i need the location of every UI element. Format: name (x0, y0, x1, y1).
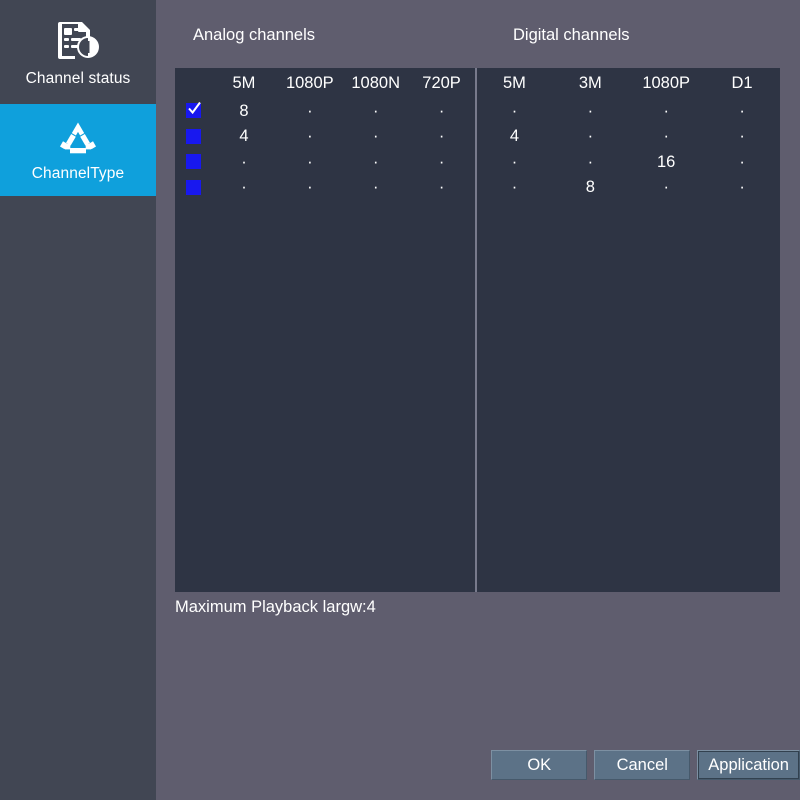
sidebar-item-channel-type[interactable]: ChannelType (0, 104, 156, 196)
sidebar-item-channel-status[interactable]: Channel status (0, 0, 156, 104)
checkbox-header (175, 68, 211, 98)
dialog-body: Analog channels Digital channels 5M 1080… (156, 0, 800, 800)
row-checkbox-cell (175, 124, 211, 150)
analog-channels-title: Analog channels (193, 26, 316, 44)
table-row[interactable]: · · · · (175, 149, 475, 175)
cell-value: · (372, 178, 379, 196)
cell-value: 4 (509, 127, 520, 145)
cell-value: · (663, 101, 669, 120)
cell-value: · (438, 101, 445, 120)
cell-value: · (587, 101, 594, 120)
cell-value: · (307, 101, 313, 120)
row-checkbox-cell (175, 149, 211, 175)
table-row[interactable]: · · · · (477, 98, 781, 124)
digital-channels-title: Digital channels (513, 26, 630, 44)
row-checkbox[interactable] (185, 154, 201, 170)
cell-value: 4 (239, 127, 249, 145)
cancel-button[interactable]: Cancel (594, 750, 691, 780)
channel-type-dialog: Channel status ChannelType Analog channe… (0, 0, 800, 800)
row-checkbox[interactable] (185, 179, 201, 195)
ok-button[interactable]: OK (491, 750, 588, 780)
cell-value: 16 (657, 152, 676, 171)
cell-value: · (587, 127, 594, 145)
cell-value: · (307, 127, 313, 145)
cell-value: · (663, 178, 669, 196)
cell-value: · (438, 152, 445, 171)
cell-value: · (438, 127, 445, 145)
cell-value: · (372, 127, 379, 145)
row-checkbox[interactable] (185, 101, 201, 119)
cell-value: · (739, 127, 745, 145)
cell-value: · (372, 101, 379, 120)
table-header-row: 5M 1080P 1080N 720P (175, 68, 475, 98)
cell-value: · (511, 152, 518, 171)
cell-value: · (739, 152, 745, 171)
cell-value: · (663, 127, 669, 145)
digital-channels-panel: 5M 3M 1080P D1 · · · · 4 · · · · · 16 · … (477, 68, 781, 592)
cell-value: · (511, 101, 518, 120)
analog-grid: 5M 1080P 1080N 720P 8 · · · 4 · · · · · … (175, 68, 475, 200)
cell-value: · (307, 178, 313, 196)
column-header: 1080N (351, 73, 400, 92)
cell-value: 8 (239, 101, 249, 120)
cell-value: · (307, 152, 313, 171)
row-checkbox-cell (175, 98, 211, 124)
column-header: 5M (232, 73, 256, 92)
table-row[interactable]: · · 16 · (477, 149, 781, 175)
column-header: 1080P (285, 73, 334, 92)
column-header: 3M (578, 73, 602, 92)
cell-value: · (587, 152, 594, 171)
row-checkbox[interactable] (185, 128, 201, 144)
sidebar-item-label: Channel status (25, 69, 131, 87)
column-header: 5M (502, 73, 526, 92)
sidebar-item-label: ChannelType (31, 164, 125, 182)
cell-value: · (241, 178, 247, 196)
cell-value: · (739, 178, 745, 196)
channel-config-panel: 5M 1080P 1080N 720P 8 · · · 4 · · · · · … (175, 68, 780, 592)
column-header: D1 (731, 73, 753, 92)
dialog-button-bar: OK Cancel Application (491, 750, 800, 780)
column-header: 1080P (642, 73, 691, 92)
analog-channels-panel: 5M 1080P 1080N 720P 8 · · · 4 · · · · · … (175, 68, 475, 592)
table-row[interactable]: 4 · · · (175, 124, 475, 150)
cell-value: · (511, 178, 518, 196)
table-row[interactable]: · · · · (175, 175, 475, 201)
sidebar: Channel status ChannelType (0, 0, 156, 800)
recycle-icon (58, 120, 98, 156)
cell-value: 8 (585, 178, 595, 196)
report-document-icon (54, 19, 102, 61)
row-checkbox-cell (175, 175, 211, 201)
cell-value: · (438, 178, 445, 196)
checkmark-icon (187, 101, 201, 115)
table-row[interactable]: 8 · · · (175, 98, 475, 124)
column-header: 720P (422, 73, 461, 92)
table-row[interactable]: 4 · · · (477, 124, 781, 150)
table-header-row: 5M 3M 1080P D1 (477, 68, 781, 98)
application-button[interactable]: Application (697, 750, 800, 780)
cell-value: · (739, 101, 745, 120)
table-row[interactable]: · 8 · · (477, 175, 781, 201)
cell-value: · (372, 152, 379, 171)
cell-value: · (241, 152, 247, 171)
digital-grid: 5M 3M 1080P D1 · · · · 4 · · · · · 16 · … (477, 68, 781, 200)
max-playback-status: Maximum Playback largw:4 (175, 598, 376, 616)
